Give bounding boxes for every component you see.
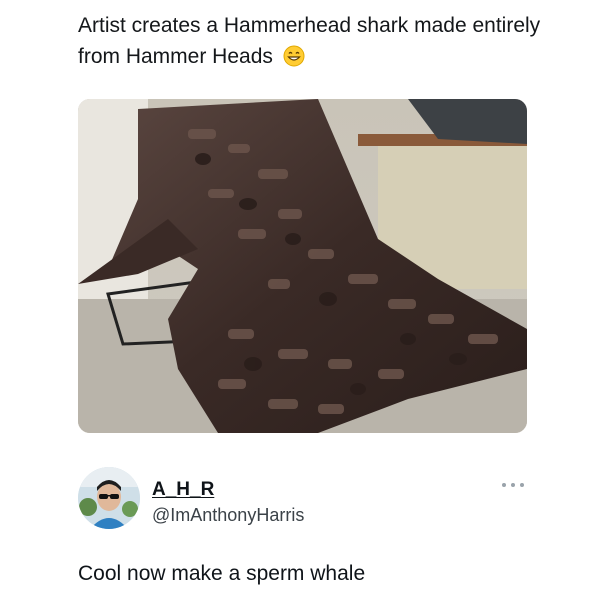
reply-text: Cool now make a sperm whale [78,562,366,585]
user-avatar-sunglasses-icon[interactable] [78,467,140,529]
more-options-icon[interactable] [502,480,524,490]
more-dot [502,483,506,487]
more-dot [511,483,515,487]
grinning-face-emoji-icon [283,45,305,67]
reply-author-name[interactable]: A_H_R [152,479,214,501]
post-caption-text: Artist creates a Hammerhead shark made e… [78,14,541,68]
post-caption: Artist creates a Hammerhead shark made e… [78,10,548,72]
hammer-shark-sculpture-photo[interactable] [78,99,527,433]
reply-author-handle[interactable]: @ImAnthonyHarris [152,505,304,526]
more-dot [520,483,524,487]
